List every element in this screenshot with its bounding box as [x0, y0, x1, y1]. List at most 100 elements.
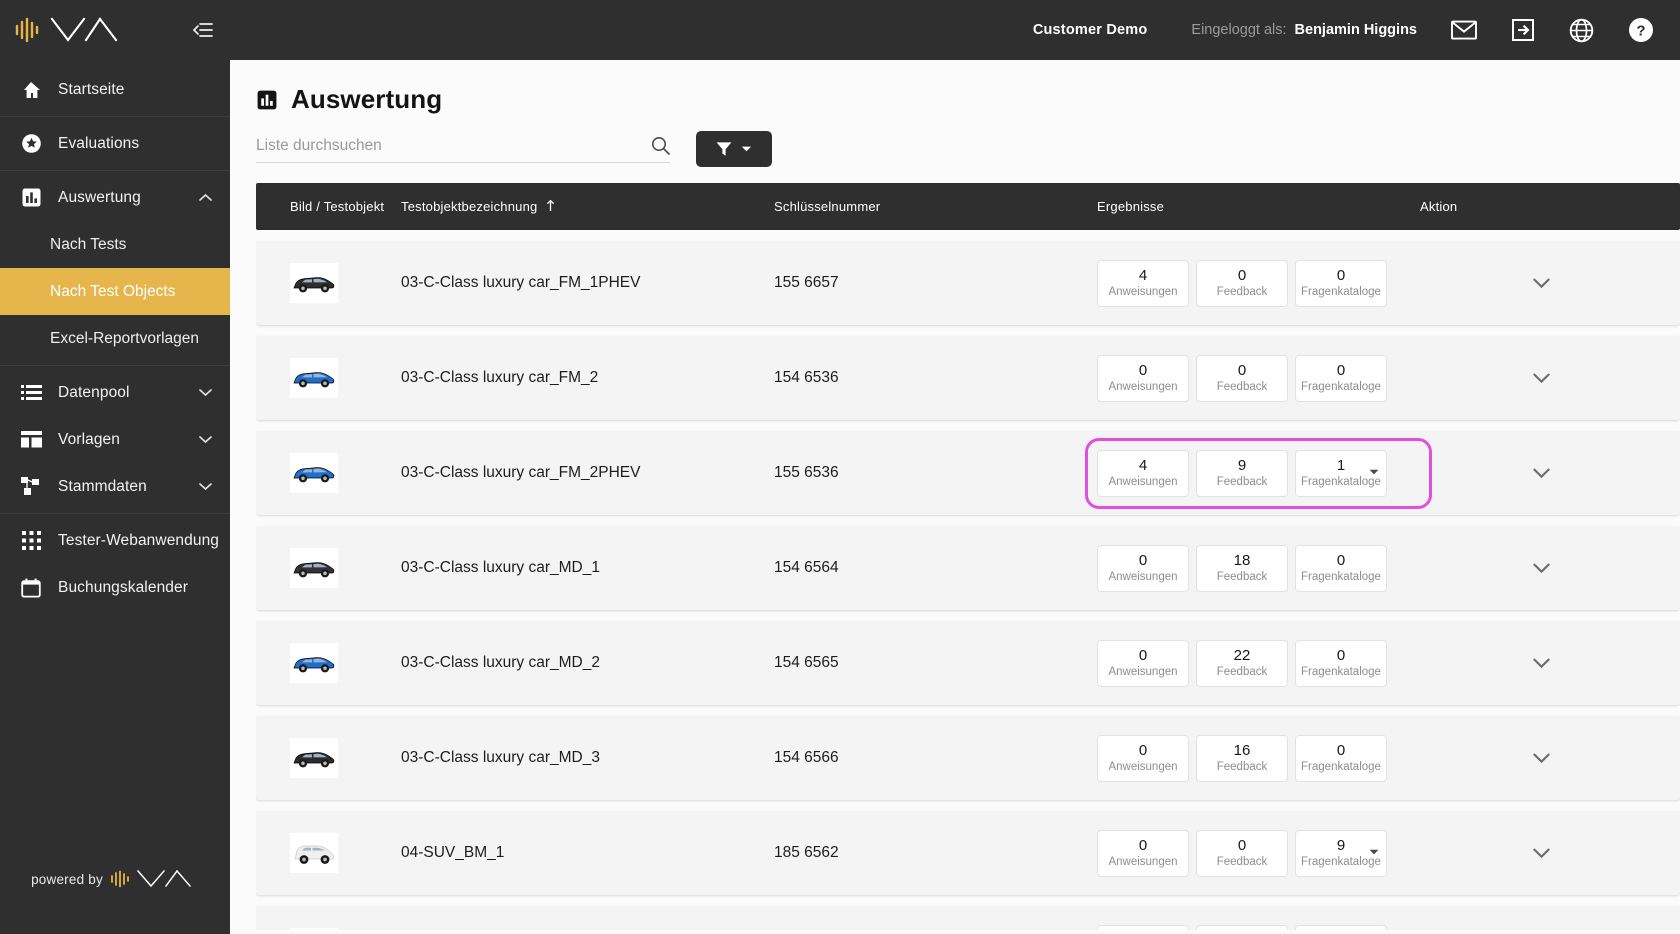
- sidebar-item-nach-test-objects[interactable]: Nach Test Objects: [0, 268, 230, 315]
- table-row[interactable]: 03-C-Class luxury car_MD_3 154 6566 0 An…: [256, 716, 1680, 800]
- chip-anweisungen[interactable]: 0 Anweisungen: [1097, 829, 1189, 877]
- car-thumbnail-image: [294, 845, 335, 864]
- chip-fragenkataloge[interactable]: 0 Fragenkataloge: [1295, 354, 1387, 402]
- row-expand-chevron-down-icon[interactable]: [1533, 753, 1550, 764]
- row-results-cell: 0 Anweisungen 0 Feedback 0 Fragenkatalog…: [1097, 354, 1420, 402]
- globe-language-icon[interactable]: [1569, 18, 1594, 43]
- column-header-name[interactable]: Testobjektbezeichnung: [401, 199, 774, 214]
- row-expand-chevron-down-icon[interactable]: [1533, 658, 1550, 669]
- table-row[interactable]: 03-C-Class luxury car_FM_1PHEV 155 6657 …: [256, 241, 1680, 325]
- row-expand-chevron-down-icon[interactable]: [1533, 373, 1550, 384]
- chevron-down-icon[interactable]: [1369, 849, 1379, 856]
- list-toolbar: [230, 131, 1680, 167]
- chip-fragenkataloge[interactable]: 0 Fragenkataloge: [1295, 544, 1387, 592]
- table-row[interactable]: 04-SUV_BM_2 155 6656 0 Anweisungen 0 Fee…: [256, 906, 1680, 930]
- chip-anweisungen[interactable]: 0 Anweisungen: [1097, 544, 1189, 592]
- mail-icon[interactable]: [1451, 20, 1477, 40]
- row-expand-chevron-down-icon[interactable]: [1533, 848, 1550, 859]
- app-logo[interactable]: [14, 16, 128, 44]
- help-circle-icon[interactable]: ?: [1628, 17, 1654, 43]
- chip-anweisungen[interactable]: 0 Anweisungen: [1097, 924, 1189, 930]
- row-key-number: 155 6536: [774, 464, 839, 481]
- sidebar-item-nach-tests[interactable]: Nach Tests: [0, 221, 230, 268]
- car-thumbnail-image: [293, 372, 335, 388]
- column-header-key[interactable]: Schlüsselnummer: [774, 199, 1097, 214]
- row-expand-chevron-down-icon[interactable]: [1533, 468, 1550, 479]
- chip-anweisungen[interactable]: 4 Anweisungen: [1097, 259, 1189, 307]
- sidebar-item-evaluations[interactable]: Evaluations: [0, 120, 230, 167]
- sidebar-footer: powered by: [0, 824, 230, 934]
- chip-label: Anweisungen: [1108, 761, 1178, 774]
- chevron-down-icon: [198, 388, 212, 397]
- chip-anweisungen[interactable]: 4 Anweisungen: [1097, 449, 1189, 497]
- row-object-name: 03-C-Class luxury car_FM_2: [401, 369, 599, 386]
- chip-count: 0: [1336, 266, 1346, 284]
- collapse-sidebar-button[interactable]: [192, 21, 214, 39]
- chip-feedback[interactable]: 18 Feedback: [1196, 544, 1288, 592]
- table-row[interactable]: 04-SUV_BM_1 185 6562 0 Anweisungen 0 Fee…: [256, 811, 1680, 895]
- sidebar-item-vorlagen[interactable]: Vorlagen: [0, 416, 230, 463]
- chip-feedback[interactable]: 0 Feedback: [1196, 259, 1288, 307]
- chip-label: Feedback: [1216, 666, 1268, 679]
- table-row[interactable]: 03-C-Class luxury car_MD_2 154 6565 0 An…: [256, 621, 1680, 705]
- chip-anweisungen[interactable]: 0 Anweisungen: [1097, 734, 1189, 782]
- chip-count: 18: [1233, 551, 1251, 569]
- logo-zigzag-icon: [50, 17, 118, 42]
- chip-fragenkataloge[interactable]: 0 Fragenkataloge: [1295, 639, 1387, 687]
- sidebar-item-auswertung[interactable]: Auswertung: [0, 174, 230, 221]
- sidebar-item-label: Startseite: [58, 80, 125, 98]
- row-expand-chevron-down-icon[interactable]: [1533, 278, 1550, 289]
- row-expand-chevron-down-icon[interactable]: [1533, 563, 1550, 574]
- search-icon[interactable]: [651, 136, 670, 155]
- chip-anweisungen[interactable]: 0 Anweisungen: [1097, 639, 1189, 687]
- chip-fragenkataloge[interactable]: 0 Fragenkataloge: [1295, 259, 1387, 307]
- table-row[interactable]: 03-C-Class luxury car_FM_2 154 6536 0 An…: [256, 336, 1680, 420]
- chip-feedback[interactable]: 22 Feedback: [1196, 639, 1288, 687]
- logged-in-label: Eingeloggt als:: [1191, 22, 1287, 38]
- column-header-action[interactable]: Aktion: [1420, 199, 1580, 214]
- row-results-cell: 0 Anweisungen 22 Feedback 0 Fragenkatalo…: [1097, 639, 1420, 687]
- sitemap-icon: [20, 476, 42, 498]
- search-box[interactable]: [256, 136, 670, 163]
- table-row[interactable]: 03-C-Class luxury car_MD_1 154 6564 0 An…: [256, 526, 1680, 610]
- chip-feedback[interactable]: 0 Feedback: [1196, 829, 1288, 877]
- column-header-results[interactable]: Ergebnisse: [1097, 199, 1420, 214]
- sidebar-divider: [0, 365, 230, 366]
- chip-anweisungen[interactable]: 0 Anweisungen: [1097, 354, 1189, 402]
- chip-label: Fragenkataloge: [1301, 571, 1381, 584]
- table-row[interactable]: 03-C-Class luxury car_FM_2PHEV 155 6536 …: [256, 431, 1680, 515]
- chip-feedback[interactable]: 0 Feedback: [1196, 924, 1288, 930]
- sidebar-item-buchungskalender[interactable]: Buchungskalender: [0, 564, 230, 611]
- column-header-image[interactable]: Bild / Testobjekt: [256, 199, 401, 214]
- filter-button[interactable]: [696, 131, 772, 167]
- sidebar-item-excel-reportvorlagen[interactable]: Excel-Reportvorlagen: [0, 315, 230, 362]
- chip-feedback[interactable]: 9 Feedback: [1196, 449, 1288, 497]
- sidebar-item-datenpool[interactable]: Datenpool: [0, 369, 230, 416]
- row-action-cell: [1420, 278, 1580, 289]
- chip-fragenkataloge[interactable]: 7 Fragenkataloge: [1295, 924, 1387, 930]
- row-thumbnail-cell: [256, 643, 401, 683]
- chevron-down-icon: [198, 435, 212, 444]
- sidebar-item-startseite[interactable]: Startseite: [0, 66, 230, 113]
- row-results-cell: 0 Anweisungen 16 Feedback 0 Fragenkatalo…: [1097, 734, 1420, 782]
- chip-label: Feedback: [1216, 476, 1268, 489]
- chip-feedback[interactable]: 16 Feedback: [1196, 734, 1288, 782]
- sidebar-item-label: Datenpool: [58, 383, 130, 401]
- sidebar-item-tester-webanwendung[interactable]: Tester-Webanwendung: [0, 517, 230, 564]
- sidebar-item-label: Auswertung: [58, 188, 141, 206]
- sidebar-divider: [0, 116, 230, 117]
- chip-fragenkataloge[interactable]: 9 Fragenkataloge: [1295, 829, 1387, 877]
- sidebar-item-stammdaten[interactable]: Stammdaten: [0, 463, 230, 510]
- chevron-down-icon[interactable]: [1369, 469, 1379, 476]
- grid-apps-icon: [20, 530, 42, 552]
- page-title: Auswertung: [291, 84, 443, 114]
- chip-fragenkataloge[interactable]: 0 Fragenkataloge: [1295, 734, 1387, 782]
- chip-feedback[interactable]: 0 Feedback: [1196, 354, 1288, 402]
- row-action-cell: [1420, 468, 1580, 479]
- search-input[interactable]: [256, 136, 651, 155]
- chip-fragenkataloge[interactable]: 1 Fragenkataloge: [1295, 449, 1387, 497]
- chip-label: Fragenkataloge: [1301, 666, 1381, 679]
- logo-waveform-icon: [15, 17, 39, 43]
- logout-icon[interactable]: [1511, 18, 1535, 42]
- chip-count: 16: [1233, 741, 1251, 759]
